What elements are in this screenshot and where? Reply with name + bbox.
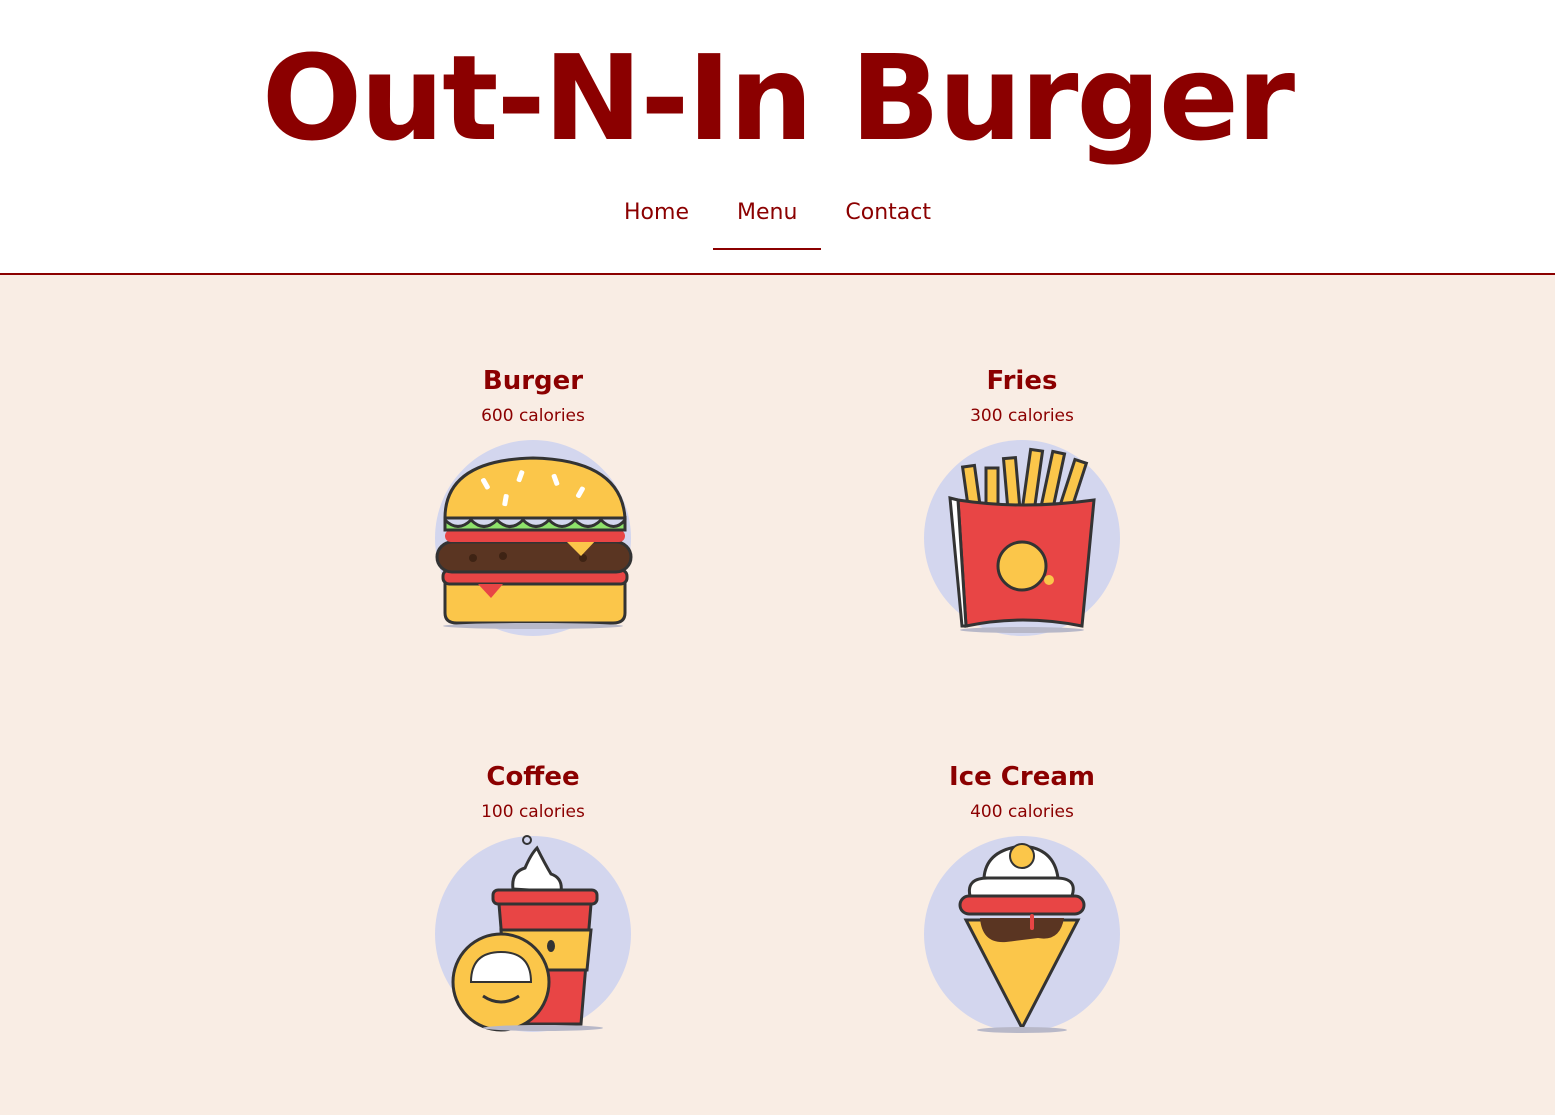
main-nav: Home Menu Contact	[0, 190, 1555, 250]
menu-item-fries: Fries 300 calories	[872, 363, 1172, 638]
menu-item-burger: Burger 600 calories	[383, 363, 683, 638]
site-header: Out-N-In Burger Home Menu Contact	[0, 0, 1555, 275]
burger-illustration-icon	[435, 440, 633, 636]
menu-item-calories: 600 calories	[481, 406, 585, 426]
fries-illustration-icon	[924, 440, 1120, 636]
menu-item-calories: 400 calories	[970, 802, 1074, 822]
menu-item-calories: 100 calories	[481, 802, 585, 822]
nav-item-home[interactable]: Home	[600, 190, 713, 240]
nav-item-menu[interactable]: Menu	[712, 190, 822, 250]
site-title: Out-N-In Burger	[261, 29, 1295, 167]
menu-item-name: Burger	[482, 366, 584, 396]
menu-item-calories: 300 calories	[970, 406, 1074, 426]
menu-item-name: Coffee	[486, 762, 580, 792]
ice-cream-illustration-icon	[924, 836, 1120, 1033]
menu-item-name: Fries	[986, 366, 1058, 396]
page: Out-N-In Burger Home Menu Contact Burger…	[0, 0, 1555, 1115]
menu-area: Burger 600 calories Fries 300 calories C…	[0, 275, 1555, 1115]
coffee-illustration-icon	[435, 835, 631, 1032]
menu-item-ice-cream: Ice Cream 400 calories	[872, 759, 1172, 1034]
menu-item-coffee: Coffee 100 calories	[383, 759, 683, 1034]
nav-item-contact[interactable]: Contact	[821, 190, 955, 240]
menu-item-name: Ice Cream	[949, 762, 1095, 792]
